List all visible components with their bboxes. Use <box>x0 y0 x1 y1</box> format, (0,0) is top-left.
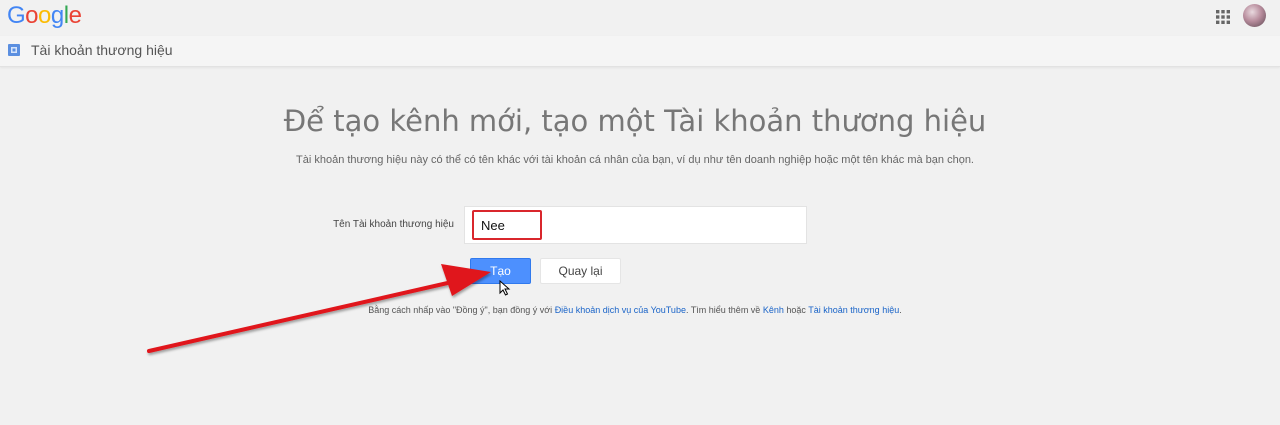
brand-account-icon <box>8 44 20 56</box>
brand-name-field[interactable] <box>464 206 807 244</box>
account-avatar[interactable] <box>1243 4 1266 27</box>
logo-letter: o <box>25 2 39 29</box>
brand-name-label: Tên Tài khoản thương hiệu <box>333 219 454 230</box>
brand-name-input[interactable] <box>472 210 542 240</box>
terms-notice: Bằng cách nhấp vào "Đồng ý", bạn đồng ý … <box>0 305 1270 315</box>
logo-letter: G <box>7 2 26 29</box>
terms-prefix: Bằng cách nhấp vào "Đồng ý", bạn đồng ý … <box>368 305 555 315</box>
page-title: Tài khoản thương hiệu <box>31 42 173 58</box>
logo-letter: e <box>68 2 82 29</box>
terms-suffix: . <box>899 305 902 315</box>
mouse-cursor-icon <box>499 280 511 296</box>
logo-letter: g <box>50 2 64 29</box>
google-logo[interactable]: Google <box>7 2 82 30</box>
brand-account-bar: Tài khoản thương hiệu <box>0 36 1280 67</box>
back-button[interactable]: Quay lại <box>540 258 621 284</box>
terms-middle: . Tìm hiểu thêm về <box>685 305 763 315</box>
youtube-terms-link[interactable]: Điều khoản dịch vụ của YouTube <box>555 305 686 315</box>
brand-account-link[interactable]: Tài khoản thương hiệu <box>808 305 899 315</box>
terms-connector: hoặc <box>783 305 809 315</box>
description-text: Tài khoản thương hiệu này có thể có tên … <box>296 154 974 166</box>
channel-link[interactable]: Kênh <box>763 305 784 315</box>
logo-letter: o <box>38 2 51 29</box>
apps-grid-icon[interactable] <box>1216 10 1230 24</box>
top-bar: Google <box>0 0 1280 36</box>
main-heading: Để tạo kênh mới, tạo một Tài khoản thươn… <box>283 104 987 138</box>
